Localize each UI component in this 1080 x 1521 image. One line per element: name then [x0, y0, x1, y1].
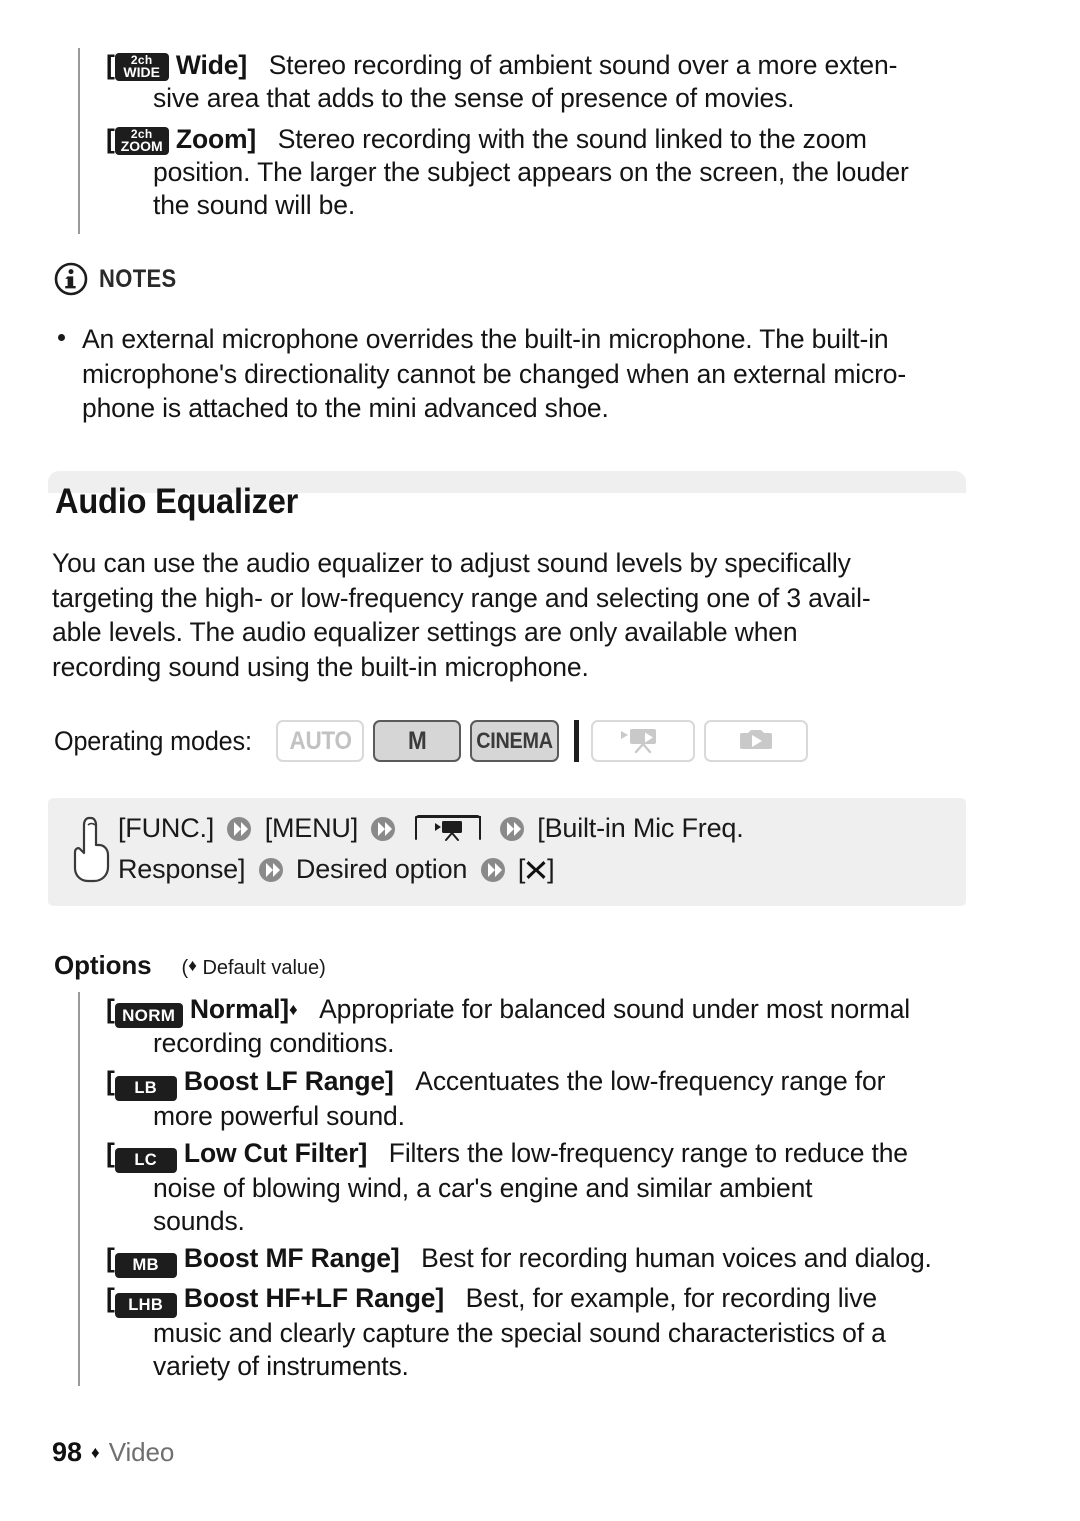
option-zoom-desc-cont: position. The larger the subject appears… — [153, 157, 909, 187]
lb-badge: LB — [114, 1075, 177, 1101]
menu-step-desired-option[interactable]: Desired option — [296, 854, 468, 884]
page-title: Audio Equalizer — [55, 482, 299, 521]
mode-manual-label: M — [408, 726, 427, 755]
movie-camera-icon[interactable] — [413, 813, 483, 843]
mode-cinema[interactable]: CINEMA — [470, 720, 560, 762]
chevron-right-icon — [480, 854, 506, 882]
option-boost-hf-lf-desc-2: music and clearly capture the special so… — [153, 1318, 886, 1348]
notes-label: NOTES — [99, 264, 177, 293]
option-boost-hf-lf-term: [LHB Boost HF+LF Range] — [106, 1283, 444, 1318]
mode-separator — [574, 720, 580, 762]
chevron-right-icon — [499, 813, 525, 841]
2ch-zoom-badge: 2ch ZOOM — [114, 126, 169, 155]
option-boost-hf-lf-desc-3: variety of instruments. — [153, 1350, 409, 1381]
page-footer: 98 ♦ Video — [52, 1437, 174, 1468]
options-heading: Options (♦ Default value) — [54, 950, 326, 981]
operating-modes-row: Operating modes: AUTO M CINEMA — [54, 720, 817, 762]
options-default-note: (♦ Default value) — [181, 956, 326, 979]
footer-diamond-icon: ♦ — [91, 1442, 100, 1462]
mode-cinema-label: CINEMA — [476, 728, 553, 753]
pointing-hand-icon — [70, 812, 114, 886]
lhb-badge: LHB — [114, 1293, 177, 1318]
close-x-icon[interactable] — [525, 852, 547, 879]
option-wide-term: [2ch WIDE Wide] — [106, 50, 248, 81]
page-number: 98 — [52, 1437, 83, 1467]
menu-path-box: [FUNC.] [MENU] [Built-in Mic Freq. Respo… — [48, 798, 966, 906]
option-normal-desc-1: Appropriate for balanced sound under mos… — [319, 994, 911, 1024]
options-label: Options — [54, 950, 152, 980]
mode-photo-playback[interactable] — [704, 720, 809, 762]
option-low-cut-desc-1: Filters the low-frequency range to reduc… — [388, 1138, 908, 1168]
menu-step-response[interactable]: Response] — [118, 854, 245, 884]
intro-line-1: You can use the audio equalizer to adjus… — [52, 548, 851, 578]
menu-step-close-bracket-open: [ — [517, 854, 526, 884]
mode-auto[interactable]: AUTO — [276, 720, 365, 762]
option-low-cut-desc-2: noise of blowing wind, a car's engine an… — [153, 1173, 813, 1203]
menu-step-builtin-mic-freq[interactable]: [Built-in Mic Freq. — [537, 813, 743, 843]
option-zoom-term: [2ch ZOOM Zoom] — [106, 124, 257, 155]
option-boost-mf: [MB Boost MF Range] Best for recording h… — [80, 1241, 985, 1278]
mode-movie-playback[interactable] — [591, 720, 696, 762]
option-boost-lf: [LB Boost LF Range] Accentuates the low-… — [80, 1064, 985, 1134]
menu-step-func[interactable]: [FUNC.] — [118, 813, 214, 843]
intro-line-3: able levels. The audio equalizer setting… — [52, 617, 798, 647]
intro-line-4: recording sound using the built-in micro… — [52, 651, 589, 682]
option-boost-mf-term: [MB Boost MF Range] — [106, 1243, 400, 1278]
chevron-right-icon — [226, 813, 252, 841]
note-line-1: An external microphone overrides the bui… — [82, 324, 889, 354]
notes-body: An external microphone overrides the bui… — [52, 322, 982, 426]
menu-step-menu[interactable]: [MENU] — [265, 813, 359, 843]
option-wide: [2ch WIDE Wide] Stereo recording of ambie… — [80, 48, 982, 116]
operating-modes-label: Operating modes: — [54, 725, 252, 756]
default-diamond-icon: ♦ — [288, 1000, 298, 1019]
option-wide-desc: Stereo recording of ambient sound over a… — [268, 50, 898, 80]
mode-auto-label: AUTO — [289, 726, 352, 755]
option-boost-lf-desc-1: Accentuates the low-frequency range for — [415, 1065, 886, 1096]
photo-playback-icon — [728, 723, 784, 760]
option-boost-mf-desc-1: Best for recording human voices and dial… — [421, 1243, 932, 1273]
option-low-cut-desc-3: sounds. — [153, 1205, 245, 1236]
menu-step-close-bracket-close: ] — [547, 854, 555, 884]
option-normal-term: [NORM Normal]♦ — [106, 994, 298, 1028]
option-zoom: [2ch ZOOM Zoom] Stereo recording with the… — [80, 122, 982, 223]
option-zoom-desc-cont2: the sound will be. — [153, 190, 356, 220]
option-wide-desc-cont: sive area that adds to the sense of pres… — [153, 83, 795, 113]
bullet-dot-icon — [58, 334, 65, 341]
2ch-wide-badge: 2ch WIDE — [114, 52, 169, 81]
top-options-list: [2ch WIDE Wide] Stereo recording of ambie… — [78, 48, 982, 234]
lc-badge: LC — [114, 1148, 177, 1173]
intro-paragraph: You can use the audio equalizer to adjus… — [52, 546, 982, 684]
note-line-3: phone is attached to the mini advanced s… — [82, 393, 609, 423]
note-bullet: An external microphone overrides the bui… — [52, 322, 982, 426]
mb-badge: MB — [114, 1253, 177, 1278]
footer-section-label: Video — [108, 1437, 175, 1467]
norm-badge: NORM — [114, 1003, 183, 1028]
option-normal-desc-2: recording conditions. — [153, 1028, 395, 1058]
option-boost-hf-lf: [LHB Boost HF+LF Range] Best, for exampl… — [80, 1281, 985, 1383]
menu-path-text: [FUNC.] [MENU] [Built-in Mic Freq. Respo… — [118, 808, 958, 890]
chevron-right-icon — [258, 854, 284, 882]
option-boost-lf-term: [LB Boost LF Range] — [106, 1066, 394, 1101]
manual-page: [2ch WIDE Wide] Stereo recording of ambie… — [0, 0, 1080, 1521]
option-normal: [NORM Normal]♦ Appropriate for balanced … — [80, 992, 985, 1061]
chevron-right-icon — [370, 813, 396, 841]
option-boost-hf-lf-desc-1: Best, for example, for recording live — [465, 1283, 877, 1313]
option-low-cut-term: [LC Low Cut Filter] — [106, 1138, 367, 1173]
note-line-2: microphone's directionality cannot be ch… — [82, 358, 907, 389]
option-low-cut: [LC Low Cut Filter] Filters the low-freq… — [80, 1136, 985, 1238]
option-zoom-desc: Stereo recording with the sound linked t… — [277, 124, 867, 154]
mode-manual[interactable]: M — [373, 720, 462, 762]
intro-line-2: targeting the high- or low-frequency ran… — [52, 582, 871, 613]
default-diamond-icon: ♦ — [188, 956, 197, 975]
options-list: [NORM Normal]♦ Appropriate for balanced … — [78, 992, 985, 1386]
notes-heading: NOTES — [54, 262, 187, 296]
info-circle-icon — [54, 262, 88, 296]
movie-playback-icon — [615, 723, 671, 760]
option-boost-lf-desc-2: more powerful sound. — [153, 1100, 405, 1131]
